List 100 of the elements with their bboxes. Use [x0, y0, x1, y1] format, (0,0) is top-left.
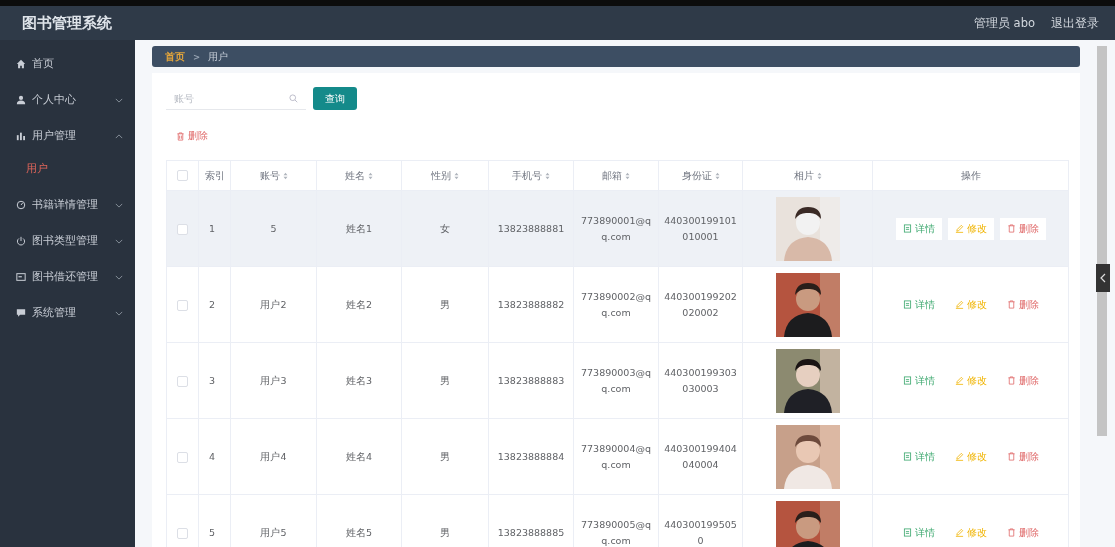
- delete-button[interactable]: 删除: [999, 521, 1046, 544]
- table-cell-text: 773890003@qq.com: [580, 365, 652, 396]
- table-cell-text: 440300199101010001: [663, 213, 738, 244]
- document-icon: [902, 376, 912, 385]
- gauge-icon: [16, 200, 26, 210]
- sort-icon[interactable]: [545, 171, 550, 180]
- row-checkbox[interactable]: [177, 223, 188, 235]
- table-cell-text: 440300199202020002: [663, 289, 738, 320]
- details-button[interactable]: 详情: [895, 217, 942, 240]
- table-cell-text: 440300199303030003: [663, 365, 738, 396]
- menu-item[interactable]: 图书类型管理: [0, 223, 135, 259]
- trash-icon: [1006, 528, 1016, 537]
- delete-button[interactable]: 删除: [176, 128, 208, 145]
- table-cell-text: 773890005@qq.com: [580, 517, 652, 547]
- delete-button[interactable]: 删除: [999, 217, 1046, 240]
- menu-label: 用户管理: [32, 129, 77, 143]
- menu-item[interactable]: 书籍详情管理: [0, 187, 135, 223]
- sort-icon[interactable]: [816, 171, 822, 180]
- pencil-icon: [954, 452, 964, 461]
- scrollbar[interactable]: [1097, 46, 1107, 436]
- column-header: 相片: [793, 168, 822, 183]
- pencil-icon: [954, 300, 964, 309]
- select-all-checkbox[interactable]: [177, 170, 188, 182]
- column-header: 姓名: [345, 168, 373, 183]
- table-cell-text: 773890004@qq.com: [580, 441, 652, 472]
- table-cell-text: 13823888885: [496, 525, 566, 540]
- details-button[interactable]: 详情: [895, 369, 942, 392]
- menu-label: 图书借还管理: [32, 270, 99, 284]
- document-icon: [902, 224, 912, 233]
- pencil-icon: [954, 224, 964, 233]
- person-icon: [16, 95, 26, 105]
- table-cell-text: 3: [208, 373, 217, 388]
- delete-button[interactable]: 删除: [999, 293, 1046, 316]
- trash-icon: [1006, 300, 1016, 309]
- column-header: 身份证: [681, 168, 720, 183]
- sort-icon[interactable]: [714, 171, 720, 180]
- row-checkbox[interactable]: [177, 375, 188, 387]
- menu-item[interactable]: 用户管理: [0, 118, 135, 154]
- chevron-left-icon: [1100, 273, 1106, 283]
- table-cell-text: 773890001@qq.com: [580, 213, 652, 244]
- document-icon: [902, 528, 912, 537]
- delete-button[interactable]: 删除: [999, 369, 1046, 392]
- sort-icon[interactable]: [282, 171, 288, 180]
- collapse-button[interactable]: [1096, 264, 1110, 292]
- sort-icon[interactable]: [625, 171, 630, 180]
- row-checkbox[interactable]: [177, 527, 188, 539]
- delete-button[interactable]: 删除: [999, 445, 1046, 468]
- table-cell-text: 姓名4: [344, 449, 373, 464]
- table-cell-text: 男: [439, 297, 451, 312]
- table-row[interactable]: 3 用户3 姓名3 男 13823888883 773890003@qq.com 440300199303030003 详情 修改 删除: [166, 342, 1069, 419]
- menu-label: 图书类型管理: [32, 234, 99, 248]
- app-title: 图书管理系统: [22, 13, 112, 33]
- table-row[interactable]: 1 5 姓名1 女 13823888881 773890001@qq.com 440300199101010001 详情 修改 删除: [166, 190, 1069, 267]
- menu-label: 系统管理: [32, 306, 77, 320]
- query-button[interactable]: 查询: [313, 87, 357, 110]
- table-row[interactable]: 2 用户2 姓名2 男 13823888882 773890002@qq.com 440300199202020002 详情 修改 删除: [166, 266, 1069, 343]
- submenu-item[interactable]: 用户: [0, 154, 135, 187]
- trash-icon: [1006, 376, 1016, 385]
- details-button[interactable]: 详情: [895, 445, 942, 468]
- table-cell-text: 13823888881: [496, 221, 566, 236]
- trash-icon: [1006, 452, 1016, 461]
- breadcrumb-link[interactable]: 首页: [165, 49, 185, 64]
- menu-item[interactable]: 系统管理: [0, 295, 135, 331]
- menu-label: 个人中心: [32, 93, 77, 107]
- table-row[interactable]: 4 用户4 姓名4 男 13823888884 773890004@qq.com 440300199404040004 详情 修改 删除: [166, 418, 1069, 495]
- document-icon: [902, 452, 912, 461]
- column-header: 操作: [960, 168, 981, 183]
- chat-icon: [16, 308, 26, 318]
- column-header: 索引: [205, 168, 225, 183]
- pencil-icon: [954, 376, 964, 385]
- row-checkbox[interactable]: [177, 451, 188, 463]
- table-cell-text: 女: [439, 221, 451, 236]
- table-cell-text: 用户5: [259, 525, 288, 540]
- trash-icon: [1006, 224, 1016, 233]
- menu-label: 书籍详情管理: [32, 198, 99, 212]
- table-cell-text: 773890002@qq.com: [580, 289, 652, 320]
- details-button[interactable]: 详情: [895, 521, 942, 544]
- menu-item[interactable]: 个人中心: [0, 82, 135, 118]
- breadcrumb-separator: >: [193, 51, 201, 62]
- search-field[interactable]: 账号: [166, 87, 306, 110]
- search-icon: [289, 93, 298, 103]
- menu-item[interactable]: 图书借还管理: [0, 259, 135, 295]
- column-header: 账号: [259, 168, 288, 183]
- table-cell-text: 5: [269, 221, 278, 236]
- card-icon: [16, 272, 26, 282]
- power-icon: [16, 236, 26, 246]
- breadcrumb-link[interactable]: 用户: [208, 49, 229, 64]
- table-cell-text: 440300199404040004: [663, 441, 738, 472]
- sort-icon[interactable]: [368, 171, 373, 180]
- table-row[interactable]: 5 用户5 姓名5 男 13823888885 773890005@qq.com 4403001995050 详情 修改 删除: [166, 494, 1069, 547]
- menu-item[interactable]: 首页: [0, 46, 135, 82]
- table-cell-text: 1: [208, 221, 217, 236]
- sort-icon[interactable]: [454, 171, 459, 180]
- table-cell-text: 姓名2: [344, 297, 373, 312]
- details-button[interactable]: 详情: [895, 293, 942, 316]
- table-cell-text: 13823888884: [496, 449, 566, 464]
- row-checkbox[interactable]: [177, 299, 188, 311]
- logout-link[interactable]: 退出登录: [1051, 15, 1099, 31]
- home-icon: [16, 59, 26, 69]
- user-label: 管理员 abo: [973, 15, 1035, 31]
